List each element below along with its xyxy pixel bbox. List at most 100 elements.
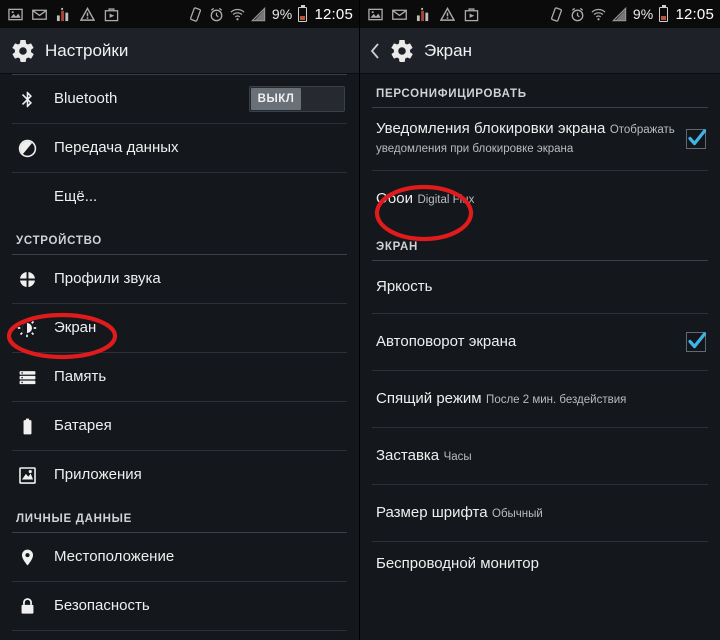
status-bar-right: 9% 12:05 xyxy=(360,0,720,28)
clock-label: 12:05 xyxy=(675,5,714,23)
lockscreen-notifications-checkbox[interactable] xyxy=(686,129,707,149)
row-label: Беспроводной монитор xyxy=(376,554,539,572)
sidebar-item-label: Передача данных xyxy=(54,138,179,156)
alarm-icon xyxy=(210,7,223,21)
row-label: Уведомления блокировки экрана xyxy=(376,120,606,138)
battery-percent-label: 9% xyxy=(271,6,293,22)
image-icon xyxy=(368,8,383,20)
display-settings-list: ПЕРСОНИФИЦИРОВАТЬ Уведомления блокировки… xyxy=(360,74,720,640)
section-header-screen: ЭКРАН xyxy=(376,241,418,253)
row-brightness[interactable]: Яркость xyxy=(360,261,720,313)
status-bar-notification-icons xyxy=(368,6,549,22)
signal-icon xyxy=(250,6,266,21)
data-usage-icon xyxy=(16,139,38,158)
sidebar-item-label: Батарея xyxy=(54,416,112,434)
settings-screen: 9% 12:05 Настройки Bluetooth ВЫКЛ Переда… xyxy=(0,0,360,640)
row-sublabel: Часы xyxy=(443,450,472,463)
clock-label: 12:05 xyxy=(314,5,353,23)
row-sublabel: После 2 мин. бездействия xyxy=(486,393,627,406)
display-icon xyxy=(16,318,38,338)
dual-screenshot-container: 9% 12:05 Настройки Bluetooth ВЫКЛ Переда… xyxy=(0,0,720,640)
battery-icon xyxy=(16,417,38,436)
status-bar-system-icons: 9% 12:05 xyxy=(549,4,714,23)
row-sleep[interactable]: Спящий режим После 2 мин. бездействия xyxy=(360,371,720,427)
row-label: Обои xyxy=(376,189,413,207)
sidebar-item-more[interactable]: Ещё... xyxy=(0,173,359,221)
row-label: Яркость xyxy=(376,277,433,295)
sidebar-item-label: Местоположение xyxy=(54,547,175,565)
briefcase-icon xyxy=(104,7,119,21)
sidebar-item-label: Приложения xyxy=(54,465,142,483)
sidebar-item-battery[interactable]: Батарея xyxy=(0,402,359,450)
sound-profile-icon xyxy=(16,270,38,289)
row-label: Автоповорот экрана xyxy=(376,332,517,350)
list-divider xyxy=(12,630,347,631)
row-sublabel: Обычный xyxy=(492,507,543,520)
section-header-device: УСТРОЙСТВО xyxy=(16,235,102,247)
display-settings-screen: 9% 12:05 Экран ПЕРСОНИФИЦИРОВАТЬ Уведомл… xyxy=(360,0,720,640)
battery-icon xyxy=(659,4,669,22)
battery-icon xyxy=(298,4,308,22)
row-daydream[interactable]: Заставка Часы xyxy=(360,428,720,484)
bluetooth-icon xyxy=(16,90,38,109)
status-bar-left: 9% 12:05 xyxy=(0,0,359,28)
row-auto-rotate[interactable]: Автоповорот экрана xyxy=(360,314,720,370)
display-title: Экран xyxy=(424,40,472,60)
warning-icon xyxy=(440,6,455,21)
sidebar-item-sound-profiles[interactable]: Профили звука xyxy=(0,255,359,303)
bluetooth-toggle-state: ВЫКЛ xyxy=(251,88,301,110)
sidebar-item-label: Ещё... xyxy=(54,187,98,205)
alarm-icon xyxy=(571,7,584,21)
sidebar-item-label: Профили звука xyxy=(54,269,161,287)
sidebar-item-label: Bluetooth xyxy=(54,89,118,107)
row-label: Спящий режим xyxy=(376,389,482,407)
row-wireless-display[interactable]: Беспроводной монитор xyxy=(360,542,720,586)
apps-icon xyxy=(16,466,38,485)
lock-icon xyxy=(16,597,38,616)
section-header-personal: ЛИЧНЫЕ ДАННЫЕ xyxy=(16,513,132,525)
sidebar-item-security[interactable]: Безопасность xyxy=(0,582,359,630)
row-lockscreen-notifications[interactable]: Уведомления блокировки экрана Отображать… xyxy=(360,108,720,170)
sidebar-item-apps[interactable]: Приложения xyxy=(0,451,359,499)
row-font-size[interactable]: Размер шрифта Обычный xyxy=(360,485,720,541)
settings-list: Bluetooth ВЫКЛ Передача данных Ещё... УС… xyxy=(0,74,359,640)
sidebar-item-bluetooth[interactable]: Bluetooth ВЫКЛ xyxy=(0,75,359,123)
location-pin-icon xyxy=(16,548,38,567)
gear-icon xyxy=(12,39,34,62)
row-sublabel: Digital Flux xyxy=(417,193,475,206)
row-wallpaper[interactable]: Обои Digital Flux xyxy=(360,171,720,227)
settings-action-bar: Настройки xyxy=(0,28,359,74)
battery-percent-label: 9% xyxy=(632,6,654,22)
wifi-icon xyxy=(591,8,606,20)
settings-title: Настройки xyxy=(45,40,129,60)
sidebar-item-data-usage[interactable]: Передача данных xyxy=(0,124,359,172)
row-label: Размер шрифта xyxy=(376,503,488,521)
status-bar-notification-icons xyxy=(8,6,188,22)
image-icon xyxy=(8,8,23,20)
section-header-personalize: ПЕРСОНИФИЦИРОВАТЬ xyxy=(376,88,527,100)
signal-icon xyxy=(611,6,627,21)
warning-icon xyxy=(80,6,95,21)
row-label: Заставка xyxy=(376,446,440,464)
chevron-left-icon[interactable] xyxy=(370,42,380,59)
sidebar-item-storage[interactable]: Память xyxy=(0,353,359,401)
status-bar-system-icons: 9% 12:05 xyxy=(188,4,353,23)
gear-icon xyxy=(391,39,413,62)
briefcase-icon xyxy=(464,7,479,21)
display-action-bar: Экран xyxy=(360,28,720,74)
sidebar-item-display[interactable]: Экран xyxy=(0,304,359,352)
sidebar-item-label: Безопасность xyxy=(54,596,150,614)
vibrate-icon xyxy=(550,6,562,22)
stats-icon xyxy=(56,7,69,21)
stats-icon xyxy=(416,7,429,21)
email-icon xyxy=(392,9,407,20)
bluetooth-toggle[interactable]: ВЫКЛ xyxy=(249,86,345,112)
storage-icon xyxy=(16,368,38,387)
vibrate-icon xyxy=(189,6,201,22)
auto-rotate-checkbox[interactable] xyxy=(686,332,707,352)
sidebar-item-label: Экран xyxy=(54,318,97,336)
email-icon xyxy=(32,9,47,20)
sidebar-item-label: Память xyxy=(54,367,107,385)
wifi-icon xyxy=(230,8,245,20)
sidebar-item-location[interactable]: Местоположение xyxy=(0,533,359,581)
